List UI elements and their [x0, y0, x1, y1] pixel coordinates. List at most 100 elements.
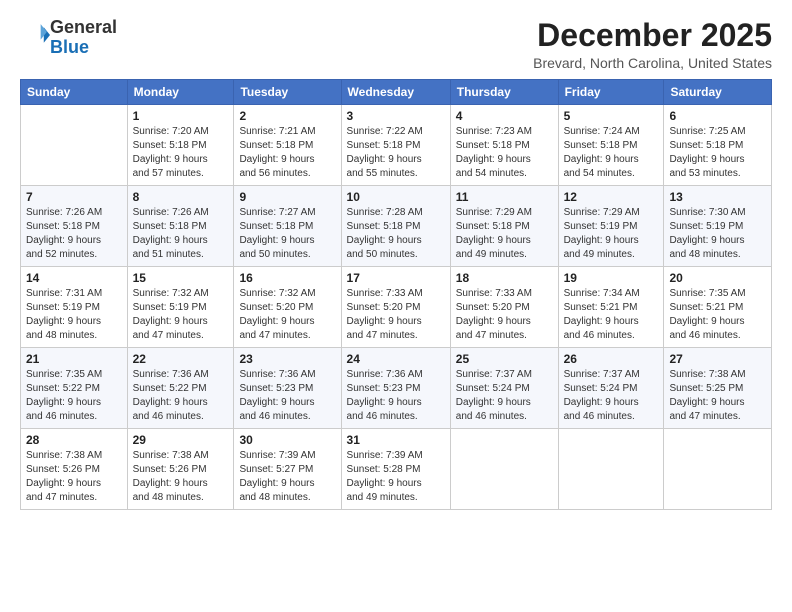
day-info: Sunrise: 7:26 AM Sunset: 5:18 PM Dayligh… — [133, 206, 229, 262]
day-info: Sunrise: 7:38 AM Sunset: 5:26 PM Dayligh… — [26, 449, 122, 505]
day-number: 24 — [347, 352, 445, 366]
day-info: Sunrise: 7:35 AM Sunset: 5:22 PM Dayligh… — [26, 368, 122, 424]
day-info: Sunrise: 7:20 AM Sunset: 5:18 PM Dayligh… — [133, 125, 229, 181]
calendar-header: Sunday Monday Tuesday Wednesday Thursday… — [21, 80, 772, 105]
day-info: Sunrise: 7:39 AM Sunset: 5:28 PM Dayligh… — [347, 449, 445, 505]
calendar-day-cell: 9 Sunrise: 7:27 AM Sunset: 5:18 PM Daylig… — [234, 186, 341, 267]
calendar-day-cell: 29 Sunrise: 7:38 AM Sunset: 5:26 PM Dayli… — [127, 429, 234, 510]
calendar-body: 1 Sunrise: 7:20 AM Sunset: 5:18 PM Daylig… — [21, 105, 772, 510]
day-info: Sunrise: 7:36 AM Sunset: 5:23 PM Dayligh… — [239, 368, 335, 424]
calendar-day-cell: 2Sunrise: 7:21 AM Sunset: 5:18 PM Daylig… — [234, 105, 341, 186]
calendar-day-cell: 1 Sunrise: 7:20 AM Sunset: 5:18 PM Daylig… — [127, 105, 234, 186]
day-number: 19 — [564, 271, 659, 285]
day-info: Sunrise: 7:31 AM Sunset: 5:19 PM Dayligh… — [26, 287, 122, 343]
calendar-day-cell: 5 Sunrise: 7:24 AM Sunset: 5:18 PM Daylig… — [558, 105, 664, 186]
weekday-header-row: Sunday Monday Tuesday Wednesday Thursday… — [21, 80, 772, 105]
day-info: Sunrise: 7:33 AM Sunset: 5:20 PM Dayligh… — [347, 287, 445, 343]
calendar-day-cell — [450, 429, 558, 510]
day-number: 31 — [347, 433, 445, 447]
header-thursday: Thursday — [450, 80, 558, 105]
day-number: 29 — [133, 433, 229, 447]
calendar-day-cell: 21 Sunrise: 7:35 AM Sunset: 5:22 PM Dayli… — [21, 348, 128, 429]
calendar-day-cell: 19 Sunrise: 7:34 AM Sunset: 5:21 PM Dayli… — [558, 267, 664, 348]
day-number: 3 — [347, 109, 445, 123]
calendar-day-cell: 31 Sunrise: 7:39 AM Sunset: 5:28 PM Dayli… — [341, 429, 450, 510]
calendar-week-row: 28Sunrise: 7:38 AM Sunset: 5:26 PM Dayli… — [21, 429, 772, 510]
calendar-day-cell: 25 Sunrise: 7:37 AM Sunset: 5:24 PM Dayli… — [450, 348, 558, 429]
calendar-day-cell: 20 Sunrise: 7:35 AM Sunset: 5:21 PM Dayli… — [664, 267, 772, 348]
calendar-day-cell: 12Sunrise: 7:29 AM Sunset: 5:19 PM Dayli… — [558, 186, 664, 267]
day-info: Sunrise: 7:32 AM Sunset: 5:19 PM Dayligh… — [133, 287, 229, 343]
month-title: December 2025 — [533, 18, 772, 53]
day-number: 7 — [26, 190, 122, 204]
day-info: Sunrise: 7:23 AM Sunset: 5:18 PM Dayligh… — [456, 125, 553, 181]
header-wednesday: Wednesday — [341, 80, 450, 105]
day-info: Sunrise: 7:34 AM Sunset: 5:21 PM Dayligh… — [564, 287, 659, 343]
day-number: 11 — [456, 190, 553, 204]
calendar-day-cell: 18 Sunrise: 7:33 AM Sunset: 5:20 PM Dayli… — [450, 267, 558, 348]
calendar-day-cell: 4Sunrise: 7:23 AM Sunset: 5:18 PM Daylig… — [450, 105, 558, 186]
calendar-day-cell: 7 Sunrise: 7:26 AM Sunset: 5:18 PM Daylig… — [21, 186, 128, 267]
day-info: Sunrise: 7:26 AM Sunset: 5:18 PM Dayligh… — [26, 206, 122, 262]
day-info: Sunrise: 7:33 AM Sunset: 5:20 PM Dayligh… — [456, 287, 553, 343]
day-info: Sunrise: 7:37 AM Sunset: 5:24 PM Dayligh… — [456, 368, 553, 424]
calendar-day-cell: 23Sunrise: 7:36 AM Sunset: 5:23 PM Dayli… — [234, 348, 341, 429]
day-number: 10 — [347, 190, 445, 204]
day-info: Sunrise: 7:24 AM Sunset: 5:18 PM Dayligh… — [564, 125, 659, 181]
calendar-week-row: 14 Sunrise: 7:31 AM Sunset: 5:19 PM Dayli… — [21, 267, 772, 348]
logo-icon — [22, 21, 50, 49]
calendar-day-cell: 22 Sunrise: 7:36 AM Sunset: 5:22 PM Dayli… — [127, 348, 234, 429]
day-number: 15 — [133, 271, 229, 285]
day-number: 22 — [133, 352, 229, 366]
day-number: 1 — [133, 109, 229, 123]
page: General Blue December 2025 Brevard, Nort… — [0, 0, 792, 612]
calendar-day-cell: 27Sunrise: 7:38 AM Sunset: 5:25 PM Dayli… — [664, 348, 772, 429]
day-number: 5 — [564, 109, 659, 123]
day-info: Sunrise: 7:29 AM Sunset: 5:18 PM Dayligh… — [456, 206, 553, 262]
calendar-day-cell: 8 Sunrise: 7:26 AM Sunset: 5:18 PM Daylig… — [127, 186, 234, 267]
day-number: 18 — [456, 271, 553, 285]
day-info: Sunrise: 7:38 AM Sunset: 5:26 PM Dayligh… — [133, 449, 229, 505]
day-info: Sunrise: 7:39 AM Sunset: 5:27 PM Dayligh… — [239, 449, 335, 505]
header: General Blue December 2025 Brevard, Nort… — [20, 18, 772, 71]
day-number: 13 — [669, 190, 766, 204]
day-info: Sunrise: 7:27 AM Sunset: 5:18 PM Dayligh… — [239, 206, 335, 262]
calendar-day-cell: 6 Sunrise: 7:25 AM Sunset: 5:18 PM Daylig… — [664, 105, 772, 186]
day-number: 6 — [669, 109, 766, 123]
day-number: 14 — [26, 271, 122, 285]
title-block: December 2025 Brevard, North Carolina, U… — [533, 18, 772, 71]
calendar-day-cell: 17 Sunrise: 7:33 AM Sunset: 5:20 PM Dayli… — [341, 267, 450, 348]
day-number: 8 — [133, 190, 229, 204]
calendar-day-cell: 26Sunrise: 7:37 AM Sunset: 5:24 PM Dayli… — [558, 348, 664, 429]
calendar-week-row: 7 Sunrise: 7:26 AM Sunset: 5:18 PM Daylig… — [21, 186, 772, 267]
calendar-day-cell: 11 Sunrise: 7:29 AM Sunset: 5:18 PM Dayli… — [450, 186, 558, 267]
day-number: 30 — [239, 433, 335, 447]
day-info: Sunrise: 7:28 AM Sunset: 5:18 PM Dayligh… — [347, 206, 445, 262]
calendar-day-cell: 16Sunrise: 7:32 AM Sunset: 5:20 PM Dayli… — [234, 267, 341, 348]
calendar-day-cell: 10 Sunrise: 7:28 AM Sunset: 5:18 PM Dayli… — [341, 186, 450, 267]
day-info: Sunrise: 7:37 AM Sunset: 5:24 PM Dayligh… — [564, 368, 659, 424]
calendar-table: Sunday Monday Tuesday Wednesday Thursday… — [20, 79, 772, 510]
header-tuesday: Tuesday — [234, 80, 341, 105]
day-info: Sunrise: 7:22 AM Sunset: 5:18 PM Dayligh… — [347, 125, 445, 181]
day-info: Sunrise: 7:25 AM Sunset: 5:18 PM Dayligh… — [669, 125, 766, 181]
calendar-day-cell: 30 Sunrise: 7:39 AM Sunset: 5:27 PM Dayli… — [234, 429, 341, 510]
day-number: 27 — [669, 352, 766, 366]
day-info: Sunrise: 7:36 AM Sunset: 5:22 PM Dayligh… — [133, 368, 229, 424]
day-info: Sunrise: 7:30 AM Sunset: 5:19 PM Dayligh… — [669, 206, 766, 262]
calendar-day-cell — [558, 429, 664, 510]
day-number: 17 — [347, 271, 445, 285]
day-number: 21 — [26, 352, 122, 366]
logo-text: General Blue — [50, 18, 117, 58]
day-info: Sunrise: 7:35 AM Sunset: 5:21 PM Dayligh… — [669, 287, 766, 343]
day-info: Sunrise: 7:29 AM Sunset: 5:19 PM Dayligh… — [564, 206, 659, 262]
calendar-day-cell: 24Sunrise: 7:36 AM Sunset: 5:23 PM Dayli… — [341, 348, 450, 429]
day-number: 20 — [669, 271, 766, 285]
day-number: 2 — [239, 109, 335, 123]
day-number: 9 — [239, 190, 335, 204]
header-friday: Friday — [558, 80, 664, 105]
day-number: 25 — [456, 352, 553, 366]
day-number: 16 — [239, 271, 335, 285]
calendar-week-row: 21 Sunrise: 7:35 AM Sunset: 5:22 PM Dayli… — [21, 348, 772, 429]
calendar-day-cell: 15 Sunrise: 7:32 AM Sunset: 5:19 PM Dayli… — [127, 267, 234, 348]
